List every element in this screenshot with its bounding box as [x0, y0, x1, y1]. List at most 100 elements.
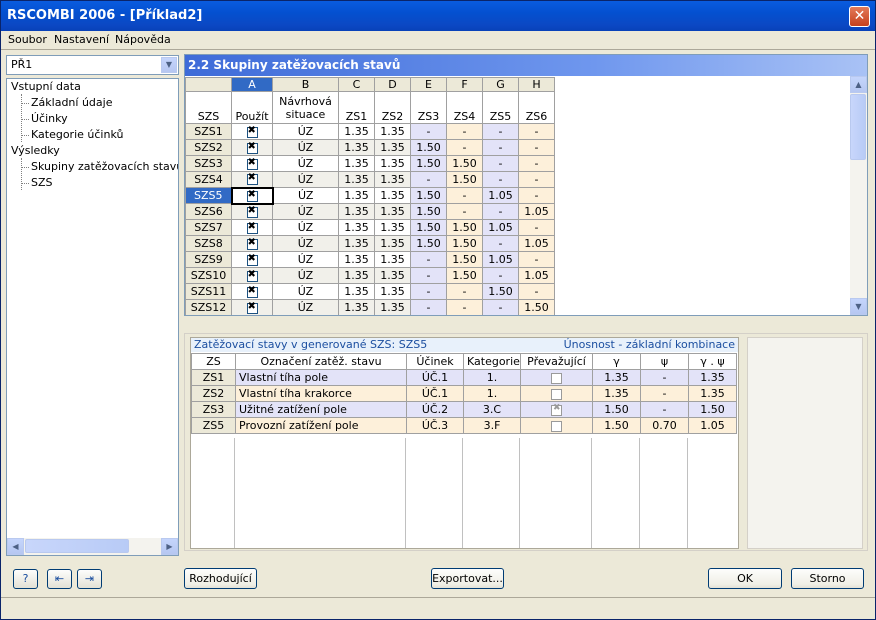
column-letter[interactable]: A	[231, 77, 273, 92]
factor-cell[interactable]: 1.50	[410, 235, 447, 252]
factor-cell[interactable]: 1.35	[374, 283, 411, 300]
storno-button[interactable]: Storno	[791, 568, 864, 589]
use-cell[interactable]	[231, 251, 273, 268]
table-row[interactable]: SZS3ÚZ1.351.351.501.50--	[185, 155, 555, 172]
use-checkbox[interactable]	[246, 269, 258, 282]
factor-cell[interactable]: 1.35	[338, 235, 375, 252]
tree-item-szs[interactable]: SZS	[31, 175, 53, 191]
factor-cell[interactable]: -	[518, 155, 555, 172]
row-header[interactable]: SZS5	[185, 187, 232, 204]
factor-cell[interactable]: 1.35	[374, 123, 411, 140]
table-row[interactable]: SZS7ÚZ1.351.351.501.501.05-	[185, 219, 555, 236]
menu-nastaveni[interactable]: Nastavení	[54, 33, 109, 46]
situation-cell[interactable]: ÚZ	[272, 139, 339, 156]
factor-cell[interactable]: 1.35	[338, 155, 375, 172]
use-cell[interactable]	[231, 123, 273, 140]
tree-item-kategorie-ucinku[interactable]: Kategorie účinků	[31, 127, 123, 143]
use-checkbox[interactable]	[246, 157, 258, 170]
table-row[interactable]: SZS6ÚZ1.351.351.50--1.05	[185, 203, 555, 220]
factor-cell[interactable]: 1.35	[374, 299, 411, 315]
factor-cell[interactable]: 1.50	[446, 267, 483, 284]
export-button[interactable]: Exportovat...	[431, 568, 504, 589]
factor-cell[interactable]: -	[410, 267, 447, 284]
row-header[interactable]: SZS10	[185, 267, 232, 284]
factor-cell[interactable]: 1.05	[518, 203, 555, 220]
factor-cell[interactable]: 1.35	[338, 187, 375, 204]
use-cell[interactable]	[231, 155, 273, 172]
use-checkbox[interactable]	[246, 285, 258, 298]
case-select[interactable]: PŘ1 ▼	[6, 55, 179, 75]
row-header[interactable]: SZS6	[185, 203, 232, 220]
factor-cell[interactable]: 1.35	[338, 123, 375, 140]
menu-napoveda[interactable]: Nápověda	[115, 33, 171, 46]
factor-cell[interactable]: 1.35	[374, 187, 411, 204]
use-cell[interactable]	[230, 186, 274, 205]
use-checkbox[interactable]	[246, 190, 258, 202]
situation-cell[interactable]: ÚZ	[272, 171, 339, 188]
factor-cell[interactable]: 1.50	[410, 203, 447, 220]
factor-cell[interactable]: 1.05	[518, 267, 555, 284]
table-row[interactable]: SZS4ÚZ1.351.35-1.50--	[185, 171, 555, 188]
situation-cell[interactable]: ÚZ	[272, 299, 339, 315]
tree-item-vysledky[interactable]: Výsledky	[11, 143, 60, 159]
factor-cell[interactable]: -	[446, 299, 483, 315]
row-header[interactable]: SZS3	[185, 155, 232, 172]
factor-cell[interactable]: 1.50	[446, 171, 483, 188]
situation-cell[interactable]: ÚZ	[272, 267, 339, 284]
factor-cell[interactable]: 1.50	[410, 187, 447, 204]
factor-cell[interactable]: -	[410, 299, 447, 315]
use-cell[interactable]	[231, 283, 273, 300]
use-cell[interactable]	[231, 171, 273, 188]
use-checkbox[interactable]	[246, 173, 258, 186]
close-icon[interactable]: ✕	[849, 6, 870, 27]
menu-soubor[interactable]: Soubor	[8, 33, 47, 46]
column-letter[interactable]: C	[338, 77, 375, 92]
factor-cell[interactable]: 1.35	[374, 155, 411, 172]
factor-cell[interactable]: -	[518, 171, 555, 188]
factor-cell[interactable]: 1.35	[338, 283, 375, 300]
factor-cell[interactable]: 1.05	[482, 187, 519, 204]
factor-cell[interactable]: 1.50	[518, 299, 555, 315]
detail-row[interactable]: ZS2 Vlastní tíha krakorce ÚČ.1 1. 1.35-1.35	[191, 385, 737, 402]
row-header[interactable]: SZS4	[185, 171, 232, 188]
factor-cell[interactable]: -	[446, 283, 483, 300]
factor-cell[interactable]: 1.35	[338, 171, 375, 188]
column-letter[interactable]: G	[482, 77, 519, 92]
table-row[interactable]: SZS11ÚZ1.351.35--1.50-	[185, 283, 555, 300]
factor-cell[interactable]: 1.35	[374, 235, 411, 252]
row-header[interactable]: SZS8	[185, 235, 232, 252]
use-checkbox[interactable]	[246, 205, 258, 218]
factor-cell[interactable]: 1.50	[410, 139, 447, 156]
use-cell[interactable]	[231, 219, 273, 236]
situation-cell[interactable]: ÚZ	[272, 203, 339, 220]
chevron-down-icon[interactable]: ▼	[161, 57, 177, 73]
factor-cell[interactable]: 1.35	[338, 219, 375, 236]
factor-cell[interactable]: -	[482, 123, 519, 140]
situation-cell[interactable]: ÚZ	[272, 235, 339, 252]
situation-cell[interactable]: ÚZ	[272, 187, 339, 204]
use-checkbox[interactable]	[246, 125, 258, 138]
factor-cell[interactable]: -	[482, 299, 519, 315]
factor-cell[interactable]: -	[410, 283, 447, 300]
table-row[interactable]: SZS8ÚZ1.351.351.501.50-1.05	[185, 235, 555, 252]
scroll-thumb[interactable]	[25, 539, 129, 553]
column-letter[interactable]: F	[446, 77, 483, 92]
ok-button[interactable]: OK	[708, 568, 782, 589]
factor-cell[interactable]: -	[518, 187, 555, 204]
scroll-down-icon[interactable]: ▼	[850, 298, 867, 315]
column-letter[interactable]: E	[410, 77, 447, 92]
column-letter[interactable]: H	[518, 77, 555, 92]
use-cell[interactable]	[231, 203, 273, 220]
rozhodujici-button[interactable]: Rozhodující	[184, 568, 257, 589]
factor-cell[interactable]: 1.35	[374, 171, 411, 188]
column-letter[interactable]: D	[374, 77, 411, 92]
factor-cell[interactable]: -	[518, 219, 555, 236]
tree-item-vstupni-data[interactable]: Vstupní data	[11, 79, 81, 95]
row-header[interactable]: SZS7	[185, 219, 232, 236]
factor-cell[interactable]: 1.35	[338, 139, 375, 156]
use-cell[interactable]	[231, 235, 273, 252]
grid-vertical-scrollbar[interactable]: ▲ ▼	[850, 76, 867, 315]
scroll-up-icon[interactable]: ▲	[850, 76, 867, 93]
table-row[interactable]: SZS2ÚZ1.351.351.50---	[185, 139, 555, 156]
use-checkbox[interactable]	[246, 253, 258, 266]
